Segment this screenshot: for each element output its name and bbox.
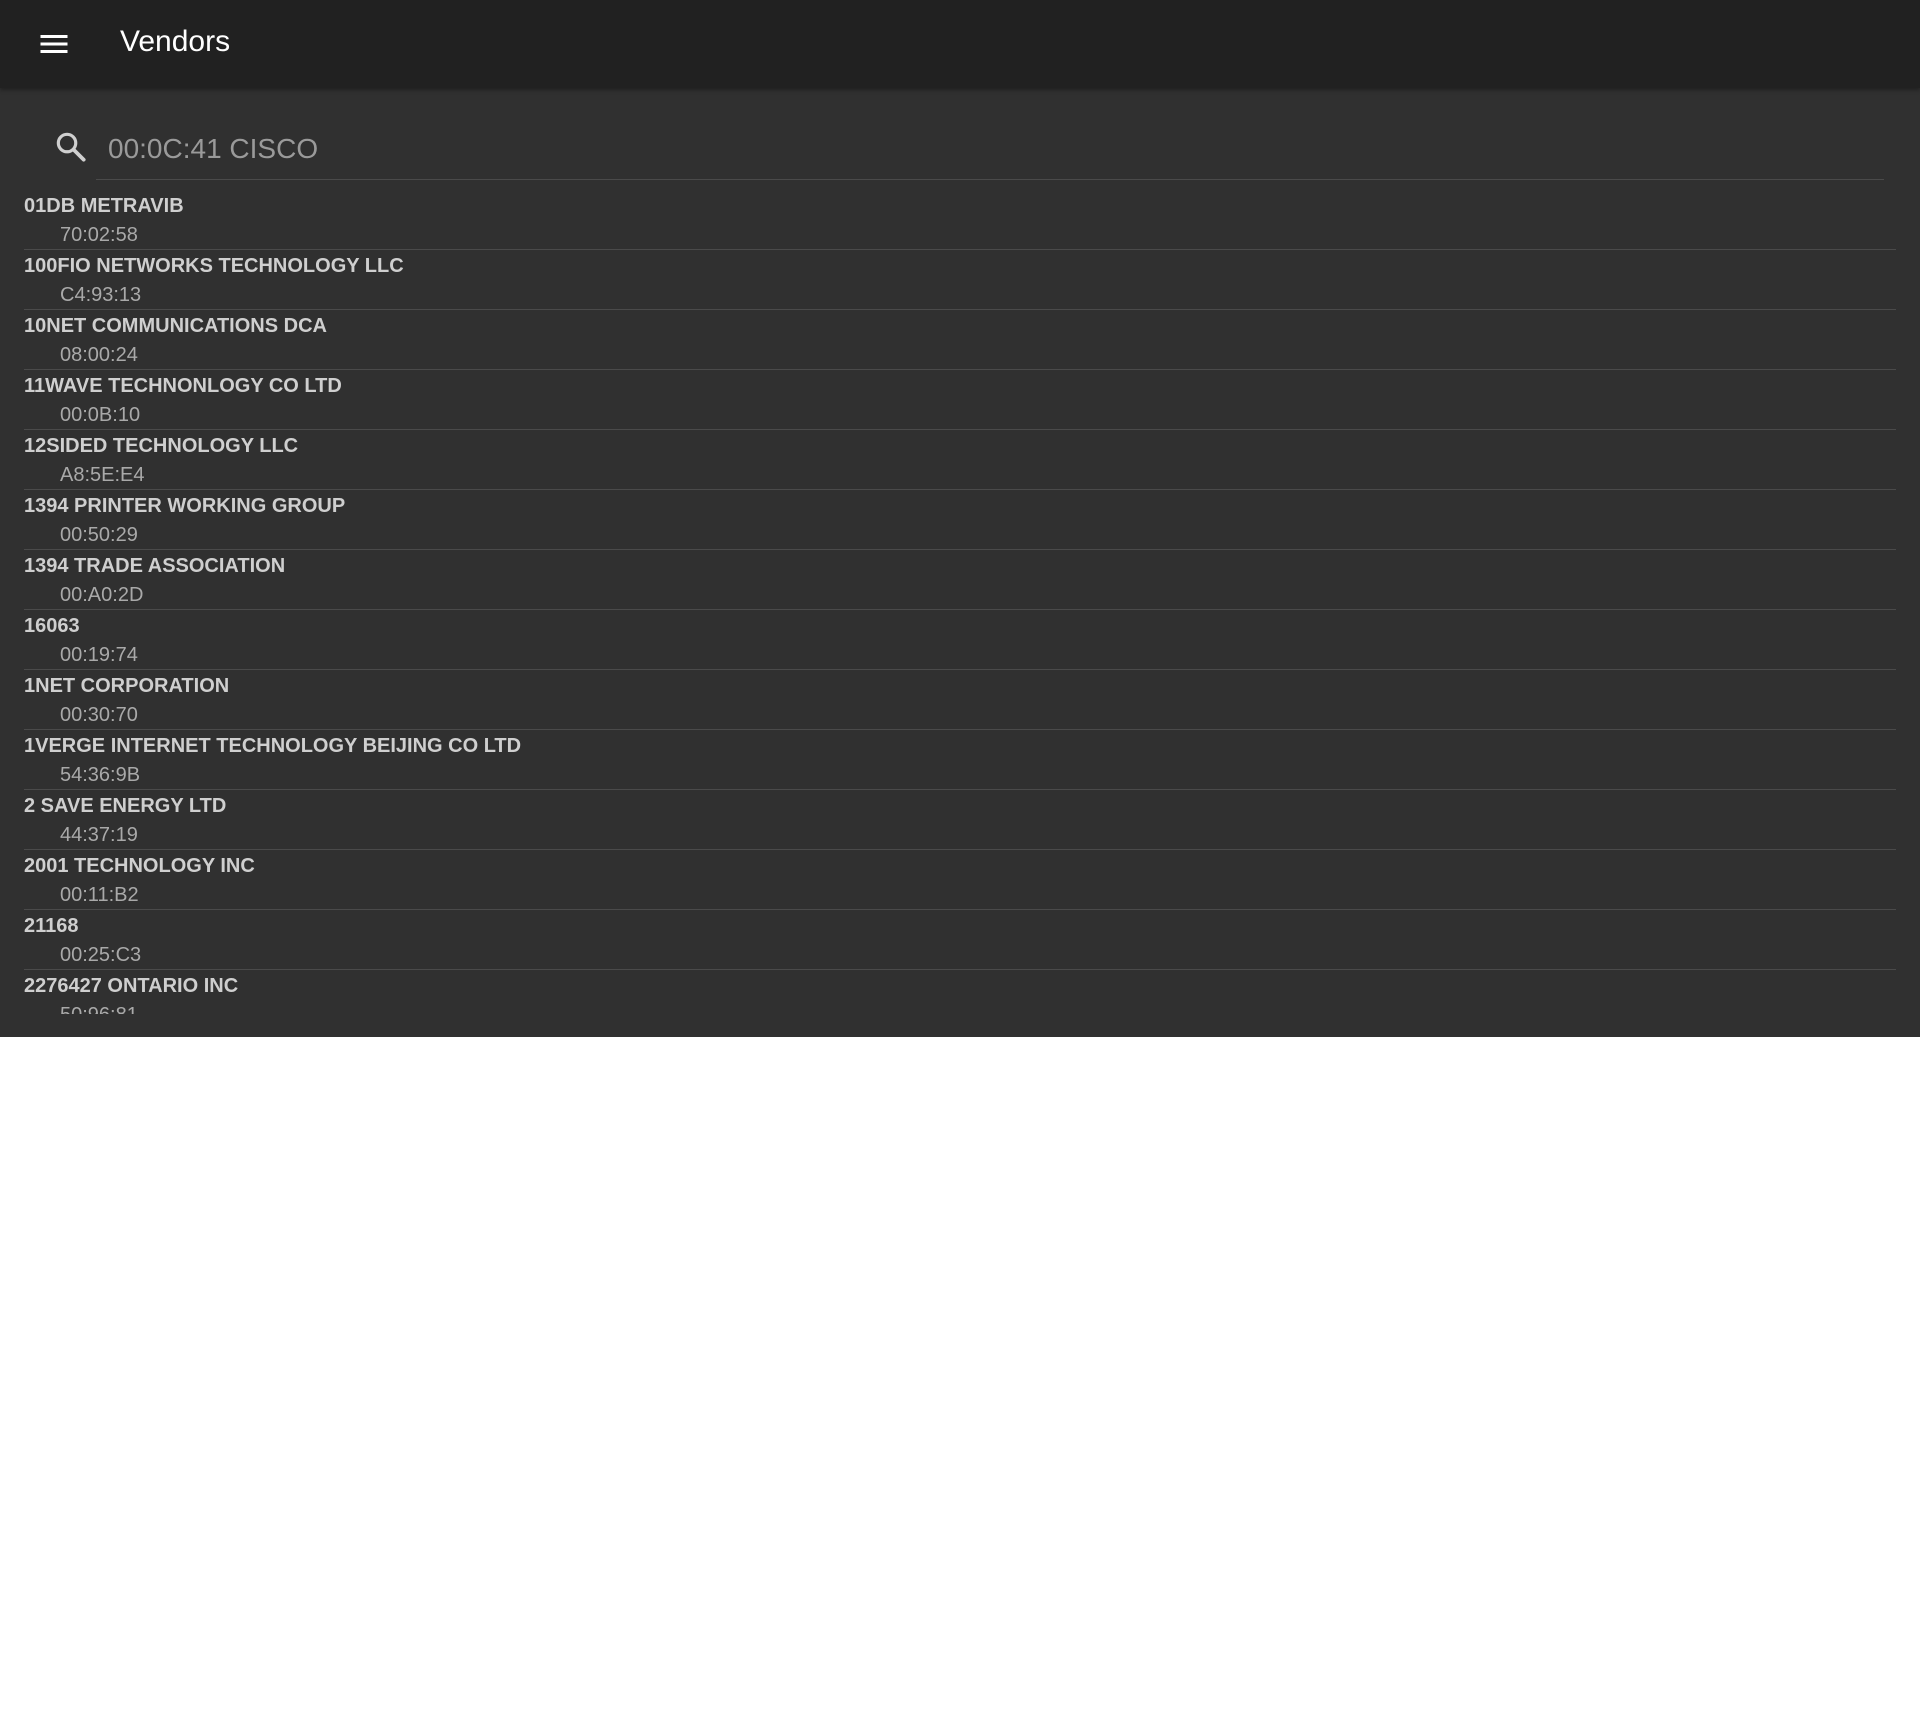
vendor-list[interactable]: 01DB METRAVIB 70:02:58 100FIO NETWORKS TEC… bbox=[24, 190, 1896, 1014]
vendor-mac-prefix: 00:11:B2 bbox=[60, 884, 139, 906]
vendor-mac-prefix: 44:37:19 bbox=[60, 824, 138, 846]
vendor-list-item[interactable]: 21168 00:25:C3 bbox=[24, 910, 1896, 970]
vendor-name: 2 SAVE ENERGY LTD bbox=[24, 795, 227, 817]
vendor-name: 16063 bbox=[24, 615, 80, 637]
vendor-list-item[interactable]: 100FIO NETWORKS TECHNOLOGY LLC C4:93:13 bbox=[24, 250, 1896, 310]
vendor-list-item[interactable]: 2001 TECHNOLOGY INC 00:11:B2 bbox=[24, 850, 1896, 910]
vendor-list-item[interactable]: 01DB METRAVIB 70:02:58 bbox=[24, 190, 1896, 250]
vendor-mac-prefix: 08:00:24 bbox=[60, 344, 138, 366]
vendor-list-item[interactable]: 1NET CORPORATION 00:30:70 bbox=[24, 670, 1896, 730]
vendor-list-item[interactable]: 1394 TRADE ASSOCIATION 00:A0:2D bbox=[24, 550, 1896, 610]
vendor-mac-prefix: 50:96:81 bbox=[60, 1003, 138, 1014]
vendor-mac-prefix: 00:50:29 bbox=[60, 524, 138, 546]
vendor-list-item[interactable]: 10NET COMMUNICATIONS DCA 08:00:24 bbox=[24, 310, 1896, 370]
vendor-name: 2001 TECHNOLOGY INC bbox=[24, 855, 255, 877]
vendor-name: 1394 TRADE ASSOCIATION bbox=[24, 555, 286, 577]
app-toolbar: Vendors bbox=[0, 0, 1920, 88]
search-icon[interactable] bbox=[52, 128, 90, 166]
vendor-name: 21168 bbox=[24, 915, 79, 937]
vendor-list-item[interactable]: 2 SAVE ENERGY LTD 44:37:19 bbox=[24, 790, 1896, 850]
vendor-mac-prefix: 70:02:58 bbox=[60, 224, 138, 246]
vendor-mac-prefix: 00:25:C3 bbox=[60, 944, 142, 966]
vendor-mac-prefix: 00:A0:2D bbox=[60, 584, 144, 606]
vendors-screen: Vendors 01DB METRAVIB 70:02:58 100FIO NETW… bbox=[0, 0, 1920, 1037]
vendor-name: 1394 PRINTER WORKING GROUP bbox=[24, 495, 346, 517]
menu-icon bbox=[40, 35, 68, 53]
vendor-name: 10NET COMMUNICATIONS DCA bbox=[24, 315, 327, 337]
vendor-list-item[interactable]: 12SIDED TECHNOLOGY LLC A8:5E:E4 bbox=[24, 430, 1896, 490]
vendor-name: 11WAVE TECHNONLOGY CO LTD bbox=[24, 375, 342, 397]
vendor-list-item[interactable]: 1394 PRINTER WORKING GROUP 00:50:29 bbox=[24, 490, 1896, 550]
vendor-list-item[interactable]: 11WAVE TECHNONLOGY CO LTD 00:0B:10 bbox=[24, 370, 1896, 430]
vendor-mac-prefix: C4:93:13 bbox=[60, 284, 142, 306]
vendor-mac-prefix: A8:5E:E4 bbox=[60, 464, 145, 486]
vendor-mac-prefix: 00:30:70 bbox=[60, 704, 138, 726]
vendor-list-item[interactable]: 16063 00:19:74 bbox=[24, 610, 1896, 670]
vendor-name: 2276427 ONTARIO INC bbox=[24, 975, 239, 997]
vendor-name: 100FIO NETWORKS TECHNOLOGY LLC bbox=[24, 255, 404, 277]
search-bar bbox=[0, 88, 1920, 186]
vendor-mac-prefix: 54:36:9B bbox=[60, 764, 141, 786]
vendor-name: 1VERGE INTERNET TECHNOLOGY BEIJING CO LT… bbox=[24, 735, 522, 757]
vendor-name: 01DB METRAVIB bbox=[24, 195, 184, 217]
vendor-mac-prefix: 00:0B:10 bbox=[60, 404, 141, 426]
vendor-name: 12SIDED TECHNOLOGY LLC bbox=[24, 435, 299, 457]
page-title: Vendors bbox=[120, 25, 231, 58]
menu-button[interactable] bbox=[30, 20, 78, 68]
vendor-name: 1NET CORPORATION bbox=[24, 675, 230, 697]
vendor-list-item[interactable]: 2276427 ONTARIO INC 50:96:81 bbox=[24, 970, 1896, 1014]
vendor-mac-prefix: 00:19:74 bbox=[60, 644, 138, 666]
search-input[interactable] bbox=[96, 118, 1884, 180]
vendor-list-item[interactable]: 1VERGE INTERNET TECHNOLOGY BEIJING CO LT… bbox=[24, 730, 1896, 790]
